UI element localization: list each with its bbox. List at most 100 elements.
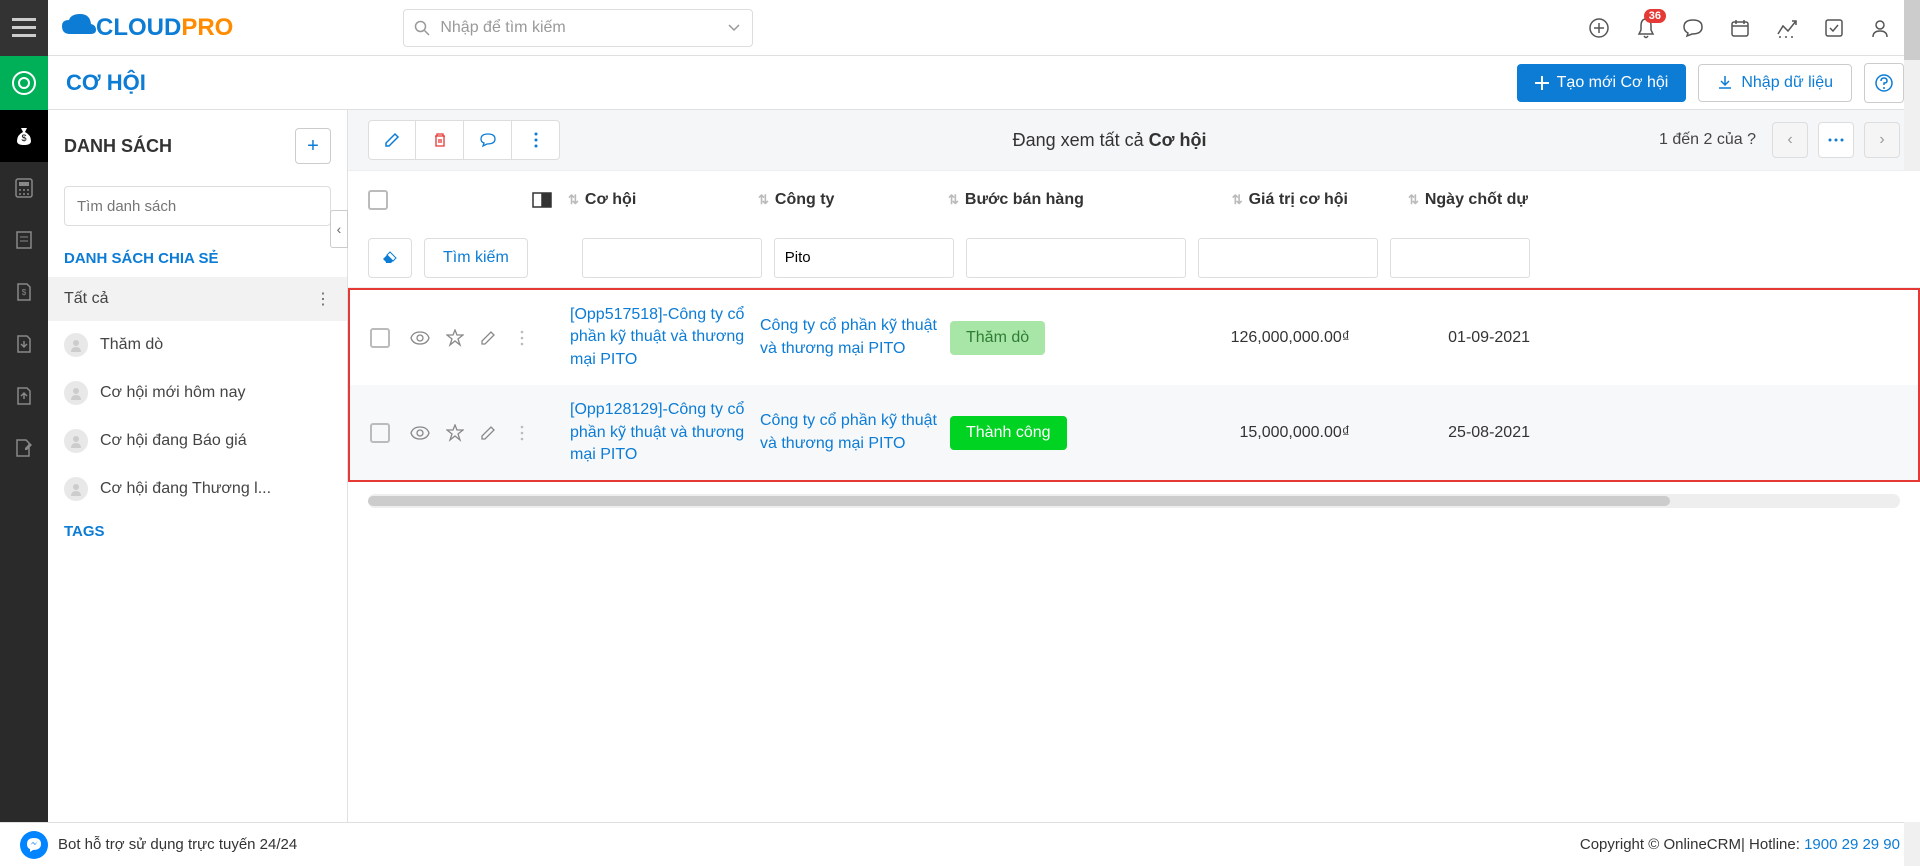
user-icon[interactable]: [1870, 18, 1890, 38]
bot-text: Bot hỗ trợ sử dụng trực tuyến 24/24: [58, 836, 297, 853]
logo[interactable]: CLOUDPRO: [60, 14, 233, 42]
sidebar-item[interactable]: Cơ hội mới hôm nay: [48, 369, 347, 417]
cell-opportunity[interactable]: [Opp128129]-Công ty cổ phần kỹ thuật và …: [570, 399, 760, 466]
filter-opportunity-input[interactable]: [582, 238, 762, 278]
next-page-button[interactable]: ›: [1864, 122, 1900, 158]
filter-company-input[interactable]: [774, 238, 954, 278]
prev-page-button[interactable]: ‹: [1772, 122, 1808, 158]
chat-icon[interactable]: [1682, 18, 1704, 38]
sidebar-search-input[interactable]: [64, 186, 331, 226]
item-menu-icon[interactable]: ⋮: [315, 289, 331, 309]
hamburger-menu[interactable]: [0, 0, 48, 56]
star-icon[interactable]: [446, 329, 464, 347]
cell-close-date: 25-08-2021: [1370, 424, 1530, 442]
cell-opportunity[interactable]: [Opp517518]-Công ty cổ phần kỹ thuật và …: [570, 304, 760, 371]
iconbar-moneybag[interactable]: $: [0, 110, 48, 162]
create-button-label: Tạo mới Cơ hội: [1557, 74, 1669, 92]
add-icon[interactable]: [1588, 17, 1610, 39]
filter-search-button[interactable]: Tìm kiếm: [424, 238, 528, 278]
import-button-label: Nhập dữ liệu: [1741, 74, 1833, 92]
logo-pro-text: PRO: [181, 14, 233, 42]
hotline-link[interactable]: 1900 29 29 90: [1804, 836, 1900, 853]
cell-close-date: 01-09-2021: [1370, 329, 1530, 347]
footer: Bot hỗ trợ sử dụng trực tuyến 24/24 Copy…: [0, 822, 1920, 866]
column-config-icon[interactable]: [532, 191, 552, 209]
svg-text:$: $: [21, 133, 26, 143]
table-row: [Opp128129]-Công ty cổ phần kỹ thuật và …: [350, 385, 1918, 480]
row-more-icon[interactable]: [520, 425, 524, 441]
copyright-text: Copyright © OnlineCRM| Hotline:: [1580, 836, 1804, 853]
iconbar-invoice[interactable]: $: [0, 266, 48, 318]
filter-stage-input[interactable]: [966, 238, 1186, 278]
filter-date-input[interactable]: [1390, 238, 1530, 278]
sidebar-item[interactable]: Tất cả⋮: [48, 277, 347, 321]
table-header: ⇅Cơ hội ⇅Công ty ⇅Bước bán hàng ⇅Giá trị…: [348, 170, 1920, 228]
row-more-icon[interactable]: [520, 330, 524, 346]
sidebar: DANH SÁCH + DANH SÁCH CHIA SẺ Tất cả⋮Thă…: [48, 110, 348, 822]
row-checkbox[interactable]: [370, 423, 390, 443]
cell-stage: Thành công: [950, 416, 1180, 450]
collapse-sidebar-button[interactable]: ‹: [330, 210, 348, 248]
sidebar-item[interactable]: Cơ hội đang Thương l...: [48, 465, 347, 513]
global-search[interactable]: Nhập để tìm kiếm: [403, 9, 753, 47]
calendar-icon[interactable]: [1730, 18, 1750, 38]
cell-value: 126,000,000.00₫: [1180, 329, 1370, 347]
iconbar-calculator[interactable]: [0, 162, 48, 214]
pencil-icon[interactable]: [480, 425, 496, 441]
star-icon[interactable]: [446, 424, 464, 442]
bell-icon[interactable]: 36: [1636, 17, 1656, 39]
cell-company[interactable]: Công ty cổ phần kỹ thuật và thương mại P…: [760, 410, 950, 455]
more-page-button[interactable]: [1818, 122, 1854, 158]
logo-cloud-text: CLOUD: [96, 14, 181, 42]
avatar-icon: [64, 333, 88, 357]
sidebar-item[interactable]: Thăm dò: [48, 321, 347, 369]
delete-button[interactable]: [416, 120, 464, 160]
iconbar-upload[interactable]: [0, 370, 48, 422]
viewing-label: Đang xem tất cả Cơ hội: [1013, 130, 1207, 151]
horizontal-scrollbar[interactable]: [368, 494, 1900, 508]
col-opportunity[interactable]: ⇅Cơ hội: [568, 191, 758, 209]
col-company[interactable]: ⇅Công ty: [758, 191, 948, 209]
edit-button[interactable]: [368, 120, 416, 160]
filter-value-input[interactable]: [1198, 238, 1378, 278]
cell-value: 15,000,000.00₫: [1180, 424, 1370, 442]
sidebar-list-title: DANH SÁCH: [64, 136, 172, 157]
topbar: CLOUDPRO Nhập để tìm kiếm 36: [0, 0, 1920, 56]
iconbar-receipt[interactable]: [0, 214, 48, 266]
col-value[interactable]: ⇅Giá trị cơ hội: [1178, 191, 1368, 209]
import-button[interactable]: Nhập dữ liệu: [1698, 64, 1852, 102]
comment-button[interactable]: [464, 120, 512, 160]
notification-badge: 36: [1644, 9, 1666, 23]
table-row: [Opp517518]-Công ty cổ phần kỹ thuật và …: [350, 290, 1918, 385]
sidebar-shared-title: DANH SÁCH CHIA SẺ: [48, 226, 347, 277]
col-close-date[interactable]: ⇅Ngày chốt dự: [1368, 191, 1528, 209]
select-all-checkbox[interactable]: [368, 190, 388, 210]
help-button[interactable]: [1864, 63, 1904, 103]
iconbar: $ $: [0, 110, 48, 822]
clear-filters-button[interactable]: [368, 238, 412, 278]
iconbar-edit-doc[interactable]: [0, 422, 48, 474]
eye-icon[interactable]: [410, 331, 430, 345]
sidebar-item[interactable]: Cơ hội đang Báo giá: [48, 417, 347, 465]
eye-icon[interactable]: [410, 426, 430, 440]
search-placeholder: Nhập để tìm kiếm: [440, 19, 565, 37]
add-list-button[interactable]: +: [295, 128, 331, 164]
analytics-icon[interactable]: [1776, 18, 1798, 38]
messenger-icon[interactable]: [20, 831, 48, 859]
pencil-icon[interactable]: [480, 330, 496, 346]
cell-company[interactable]: Công ty cổ phần kỹ thuật và thương mại P…: [760, 315, 950, 360]
row-checkbox[interactable]: [370, 328, 390, 348]
avatar-icon: [64, 477, 88, 501]
cell-stage: Thăm dò: [950, 321, 1180, 355]
module-header: CƠ HỘI Tạo mới Cơ hội Nhập dữ liệu: [0, 56, 1920, 110]
module-title: CƠ HỘI: [66, 70, 146, 96]
avatar-icon: [64, 381, 88, 405]
pagination-text: 1 đến 2 của ?: [1659, 131, 1756, 149]
search-icon: [414, 20, 430, 36]
iconbar-download[interactable]: [0, 318, 48, 370]
create-opportunity-button[interactable]: Tạo mới Cơ hội: [1517, 64, 1687, 102]
avatar-icon: [64, 429, 88, 453]
col-stage[interactable]: ⇅Bước bán hàng: [948, 191, 1178, 209]
more-button[interactable]: [512, 120, 560, 160]
checkbox-icon[interactable]: [1824, 18, 1844, 38]
